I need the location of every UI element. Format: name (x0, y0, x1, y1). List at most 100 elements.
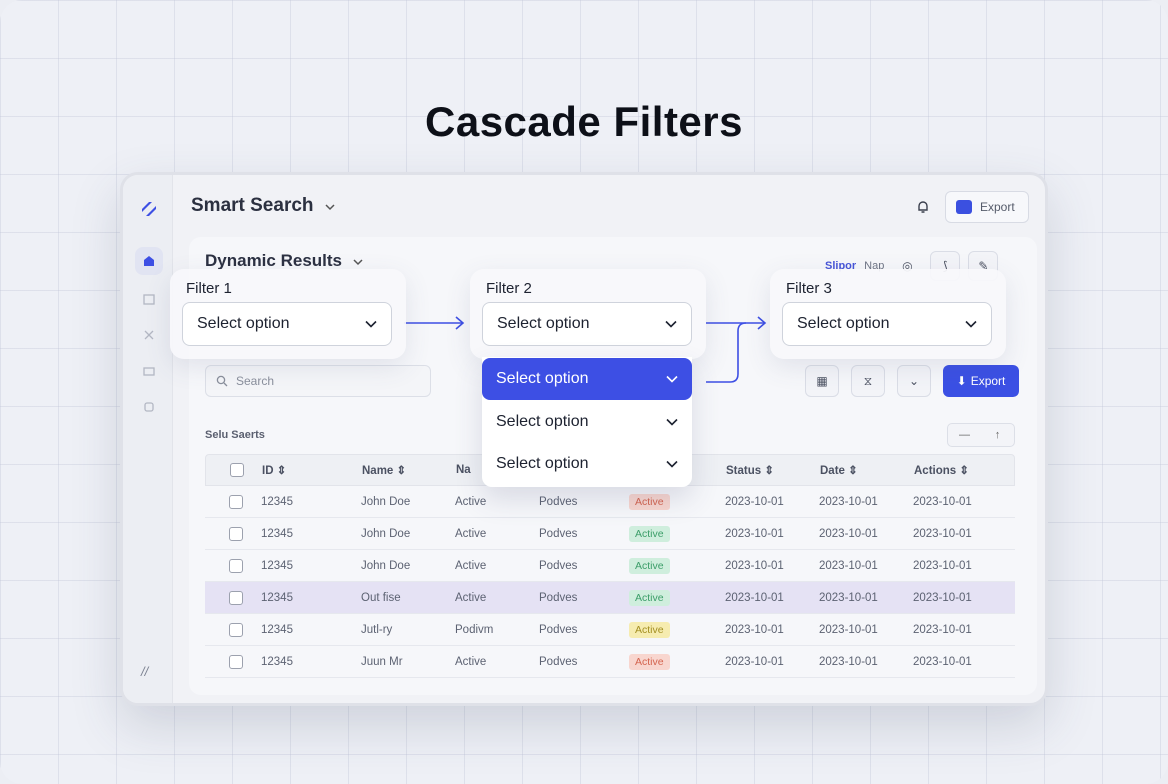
table-row[interactable]: 12345 Jutl-ry Podivm Podves Active 2023-10-01… (205, 614, 1015, 646)
export-button[interactable]: Export (945, 191, 1029, 223)
filter-card-1: Filter 1 Select option (170, 269, 406, 359)
cell-badge: Active (619, 621, 715, 638)
checkbox (205, 526, 251, 541)
chevron-down-icon (666, 460, 678, 468)
cell-id: 12345 (261, 591, 293, 604)
dropdown-option[interactable]: Select option (482, 401, 692, 443)
column-header[interactable]: Actions ⇕ (904, 463, 1016, 477)
canvas: Cascade Filters // Smart Search Export D… (0, 0, 1168, 784)
row-checkbox[interactable] (229, 654, 243, 669)
dropdown-option[interactable]: Select option (482, 443, 692, 485)
export-icon (956, 200, 972, 214)
checkbox (205, 558, 251, 573)
side-rail: // (123, 175, 173, 703)
cell-badge: Active (619, 589, 715, 606)
dropdown-option-selected[interactable]: Select option (482, 358, 692, 400)
app-title-label: Smart Search (191, 195, 314, 216)
cell-c3: Active (455, 559, 487, 572)
dropdown-option-label: Select option (496, 370, 589, 387)
square-icon[interactable] (135, 393, 163, 421)
cell-c4: Podves (539, 527, 578, 540)
cell-badge: Active (619, 557, 715, 574)
home-icon[interactable] (135, 247, 163, 275)
status-badge: Active (629, 589, 670, 606)
cell-c4: Podves (539, 559, 578, 572)
cell-id: 12345 (261, 495, 293, 508)
cell-actions: 2023-10-01 (913, 655, 972, 668)
row-checkbox[interactable] (229, 526, 243, 541)
table-toolbar: ▦ ⧖ ⌄ ⬇ Export (805, 365, 1019, 397)
tools-icon[interactable] (135, 321, 163, 349)
calendar-icon[interactable] (135, 285, 163, 313)
column-header[interactable]: Status ⇕ (716, 463, 810, 477)
status-badge: Active (629, 493, 670, 510)
chevron-down-icon (666, 375, 678, 383)
chevron-down-icon (365, 320, 377, 328)
cell-id: 12345 (261, 527, 293, 540)
cell-status: 2023-10-01 (725, 495, 784, 508)
checkbox (205, 654, 251, 669)
cell-c3: Active (455, 655, 487, 668)
column-header[interactable]: Name ⇕ (352, 463, 446, 477)
minus-icon[interactable]: — (948, 424, 981, 446)
filter-select-3[interactable]: Select option (782, 302, 992, 346)
table-row[interactable]: 12345 Out fise Active Podves Active 2023-10-0… (205, 582, 1015, 614)
checkbox (205, 622, 251, 637)
dropdown-option-label: Select option (496, 455, 589, 472)
chevron-down-icon (965, 320, 977, 328)
cell-actions: 2023-10-01 (913, 591, 972, 604)
search-input[interactable]: Search (205, 365, 431, 397)
app-title[interactable]: Smart Search (191, 195, 335, 217)
card-icon[interactable] (135, 357, 163, 385)
results-table: ID ⇕ Name ⇕ Na Status ⇕ Date ⇕ Actions ⇕… (205, 454, 1015, 678)
search-placeholder: Search (236, 374, 275, 388)
cell-actions: 2023-10-01 (913, 495, 972, 508)
filter-value-2: Select option (497, 315, 590, 332)
row-checkbox[interactable] (229, 494, 243, 509)
cell-actions: 2023-10-01 (913, 527, 972, 540)
panel-title-label: Dynamic Results (205, 251, 342, 270)
cell-c4: Podves (539, 495, 578, 508)
cell-date: 2023-10-01 (819, 655, 878, 668)
cell-name: John Doe (361, 527, 411, 540)
cell-c3: Active (455, 527, 487, 540)
page-title: Cascade Filters (425, 98, 743, 145)
row-checkbox[interactable] (229, 590, 243, 605)
chevron-down-icon[interactable]: ⌄ (897, 365, 931, 397)
table-row[interactable]: 12345 John Doe Active Podves Active 2023-10-0… (205, 486, 1015, 518)
table-row[interactable]: 12345 John Doe Active Podves Active 2023-10-0… (205, 550, 1015, 582)
select-all-checkbox[interactable] (230, 463, 244, 477)
table-row[interactable]: 12345 John Doe Active Podves Active 2023-10-0… (205, 518, 1015, 550)
filter-label-3: Filter 3 (786, 280, 832, 297)
filter-select-1[interactable]: Select option (182, 302, 392, 346)
row-checkbox[interactable] (229, 558, 243, 573)
filter-card-3: Filter 3 Select option (770, 269, 1006, 359)
collapse-icon[interactable]: // (141, 664, 148, 679)
cell-badge: Active (619, 525, 715, 542)
export-primary-button[interactable]: ⬇ Export (943, 365, 1019, 397)
column-header[interactable]: Date ⇕ (810, 463, 904, 477)
bell-icon[interactable] (915, 199, 931, 215)
cell-name: Out fise (361, 591, 401, 604)
filter-icon[interactable]: ⧖ (851, 365, 885, 397)
cell-c3: Podivm (455, 623, 494, 636)
column-header[interactable]: ID ⇕ (252, 463, 352, 477)
cell-name: John Doe (361, 559, 411, 572)
cell-status: 2023-10-01 (725, 527, 784, 540)
cell-name: Juun Mr (361, 655, 403, 668)
filter-select-2[interactable]: Select option (482, 302, 692, 346)
cell-status: 2023-10-01 (725, 623, 784, 636)
cell-name: Jutl-ry (361, 623, 393, 636)
search-icon (216, 375, 228, 387)
export-label: Export (980, 200, 1015, 214)
calendar-icon[interactable]: ▦ (805, 365, 839, 397)
status-badge: Active (629, 653, 670, 670)
table-row[interactable]: 12345 Juun Mr Active Podves Active 2023-10-01… (205, 646, 1015, 678)
cell-c3: Active (455, 495, 487, 508)
cell-date: 2023-10-01 (819, 495, 878, 508)
export-primary-label: Export (970, 374, 1006, 388)
row-checkbox[interactable] (229, 622, 243, 637)
sort-icon[interactable]: ↑ (981, 424, 1014, 446)
panel-title[interactable]: Dynamic Results (205, 251, 363, 271)
view-toggle: — ↑ (947, 423, 1015, 447)
